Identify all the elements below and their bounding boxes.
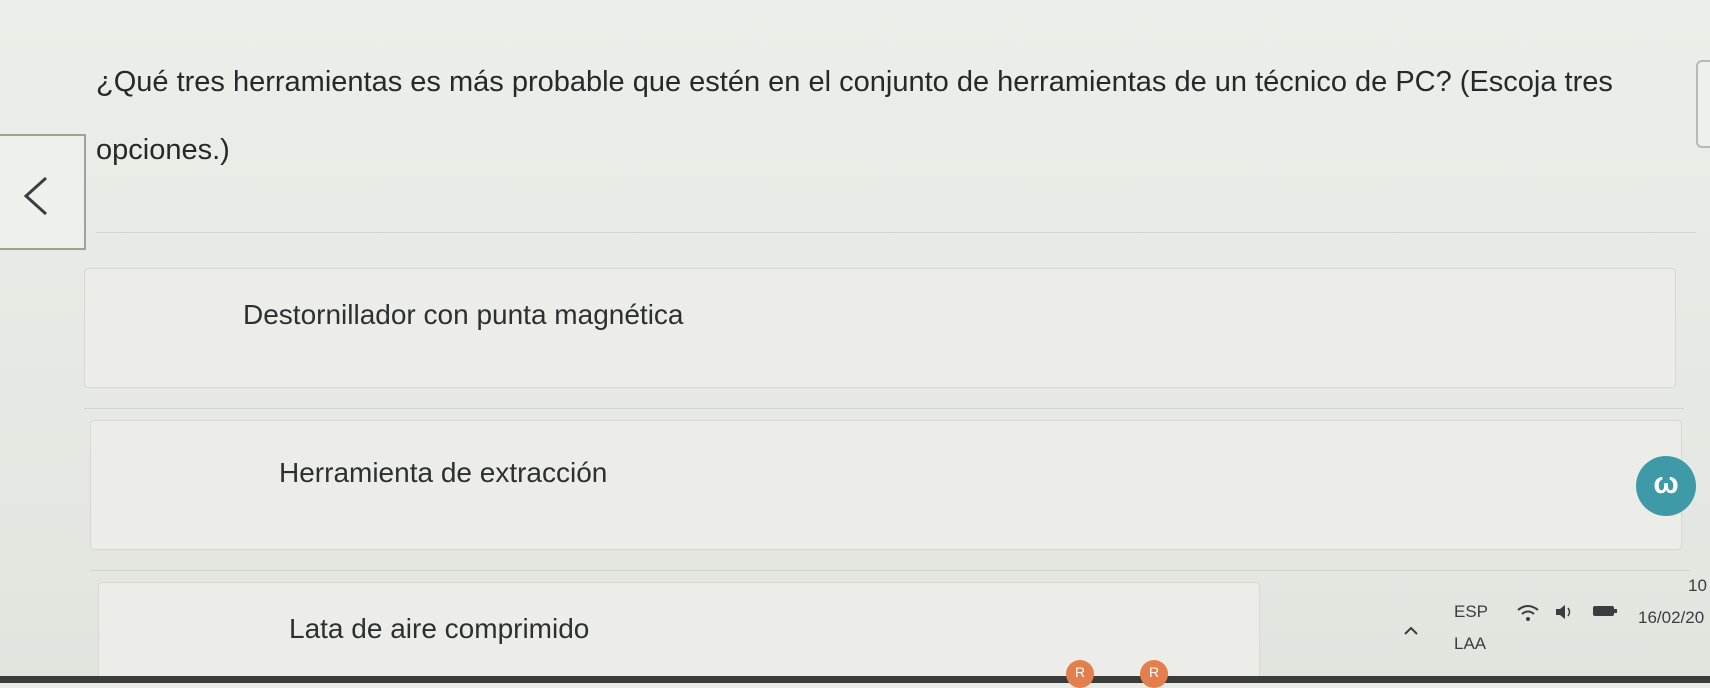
clock-time[interactable]: 10 [1688, 576, 1707, 596]
language-indicator-top[interactable]: ESP [1454, 602, 1488, 622]
divider [84, 408, 1684, 409]
option-herramienta-extraccion[interactable]: Herramienta de extracción [90, 420, 1682, 550]
divider [96, 232, 1696, 233]
chevron-up-icon[interactable] [1402, 624, 1420, 636]
teal-app-icon[interactable]: ω [1636, 456, 1696, 516]
option-destornillador[interactable]: Destornillador con punta magnética [84, 268, 1676, 388]
wifi-icon[interactable] [1516, 604, 1540, 622]
quiz-screen: ¿Qué tres herramientas es más probable q… [0, 0, 1710, 688]
volume-icon[interactable] [1554, 602, 1576, 622]
option-label: Lata de aire comprimido [289, 613, 590, 644]
option-label: Herramienta de extracción [279, 457, 608, 488]
scroll-handle[interactable] [1696, 60, 1710, 148]
system-tray: ESP LAA 10 16/02/20 [1220, 576, 1710, 683]
back-button[interactable] [0, 134, 86, 250]
chevron-left-icon [23, 176, 48, 216]
battery-icon[interactable] [1592, 604, 1618, 618]
taskbar-app-icon[interactable]: R [1066, 660, 1094, 688]
clock-date[interactable]: 16/02/20 [1638, 608, 1704, 628]
divider [90, 570, 1690, 571]
taskbar-app-icon[interactable]: R [1140, 660, 1168, 688]
screen-bezel [0, 676, 1710, 683]
language-indicator-bottom[interactable]: LAA [1454, 634, 1486, 654]
question-text: ¿Qué tres herramientas es más probable q… [96, 66, 1613, 166]
option-label: Destornillador con punta magnética [243, 299, 684, 330]
